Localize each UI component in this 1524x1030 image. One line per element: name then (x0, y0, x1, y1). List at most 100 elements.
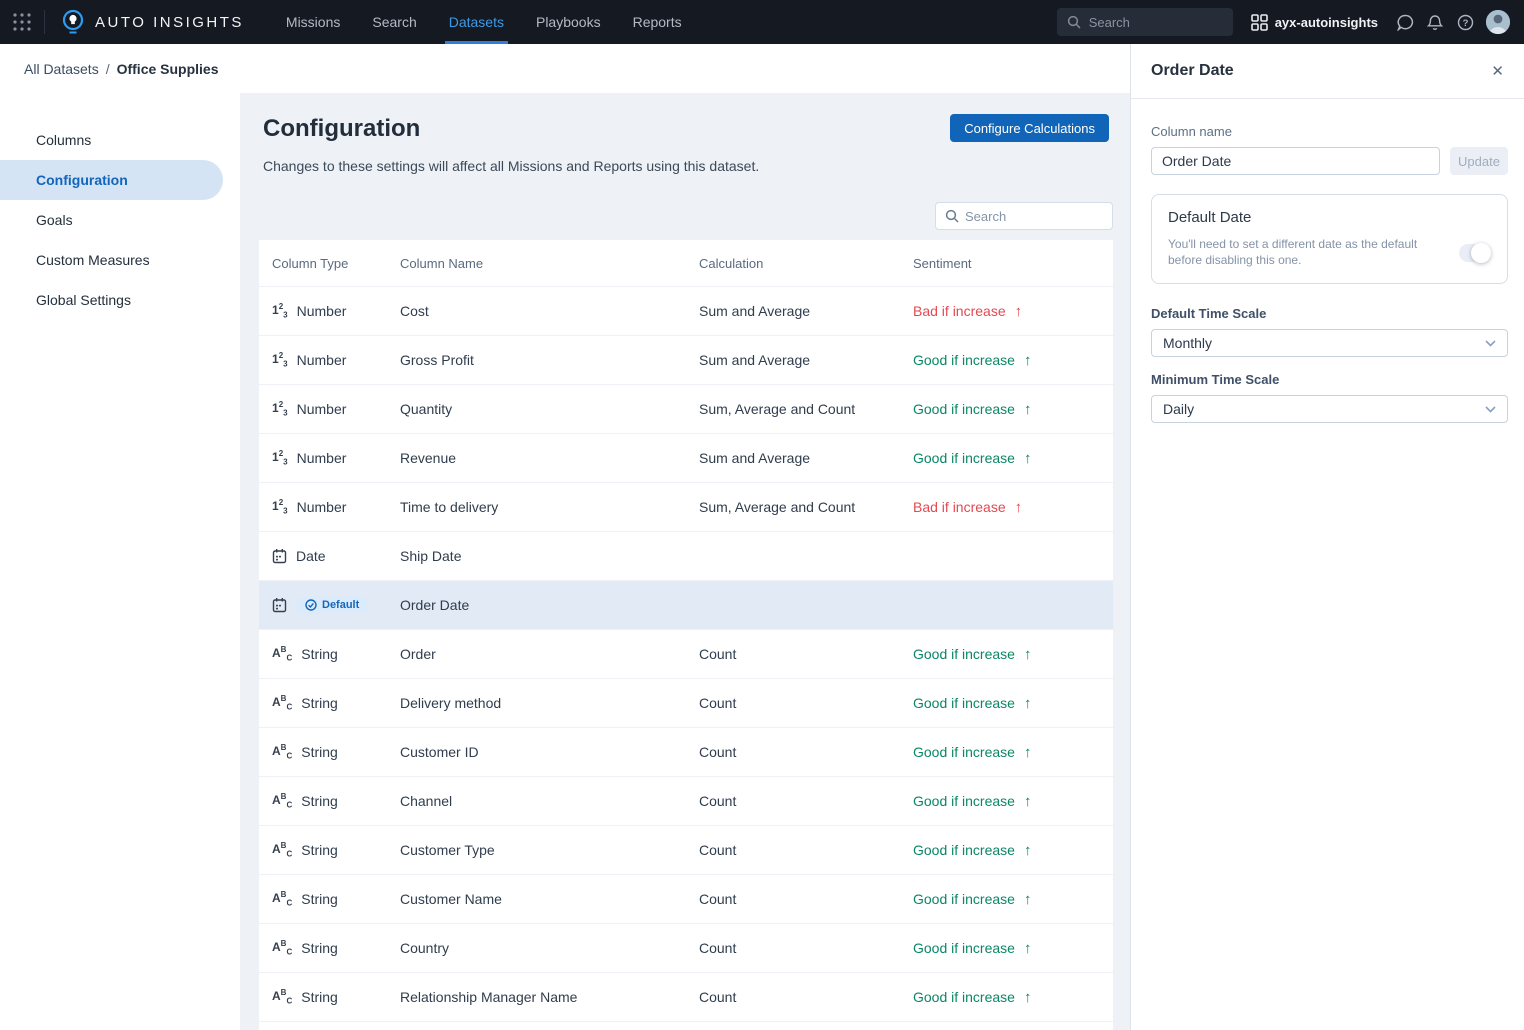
arrow-up-icon: ↑ (1015, 499, 1023, 516)
nav-item-datasets[interactable]: Datasets (437, 0, 516, 44)
default-date-toggle[interactable] (1459, 244, 1491, 262)
sidebar-item-global-settings[interactable]: Global Settings (0, 280, 223, 320)
arrow-up-icon: ↑ (1024, 646, 1032, 663)
close-icon[interactable]: ✕ (1491, 64, 1504, 79)
account-menu[interactable]: ayx-autoinsights (1251, 14, 1378, 31)
table-row-revenue[interactable]: 123NumberRevenueSum and AverageGood if i… (259, 434, 1113, 482)
sentiment-cell[interactable]: Good if increase↑ (913, 940, 1113, 957)
global-search[interactable] (1057, 8, 1233, 36)
chevron-down-icon (1485, 340, 1496, 347)
lightbulb-logo-icon (61, 9, 85, 35)
sidebar-item-configuration[interactable]: Configuration (0, 160, 223, 200)
default-badge: Default (296, 596, 368, 614)
header-column-type: Column Type (272, 256, 400, 271)
calculation-cell: Count (699, 744, 913, 760)
table-row-customer-name[interactable]: ABCStringCustomer NameCountGood if incre… (259, 875, 1113, 923)
user-avatar[interactable] (1486, 10, 1510, 34)
table-row-order[interactable]: ABCStringOrderCountGood if increase↑ (259, 630, 1113, 678)
panel-body: Column name Update Default Date You'll n… (1131, 99, 1524, 423)
nav-item-reports[interactable]: Reports (621, 0, 694, 44)
column-name-cell: Cost (400, 303, 699, 319)
sidebar-item-custom-measures[interactable]: Custom Measures (0, 240, 223, 280)
default-date-title: Default Date (1168, 209, 1433, 226)
table-row-relationship-manager-name[interactable]: ABCStringRelationship Manager NameCountG… (259, 973, 1113, 1021)
breadcrumb-all-datasets[interactable]: All Datasets (24, 61, 99, 77)
sentiment-cell[interactable]: Good if increase↑ (913, 401, 1113, 418)
table-row-time-to-delivery[interactable]: 123NumberTime to deliverySum, Average an… (259, 483, 1113, 531)
search-icon (945, 209, 959, 223)
column-type-cell: 123Number (272, 450, 400, 466)
column-name-input[interactable] (1151, 147, 1440, 175)
table-body: 123NumberCostSum and AverageBad if incre… (259, 287, 1113, 1030)
table-search-input[interactable] (965, 209, 1095, 224)
sidebar-item-goals[interactable]: Goals (0, 200, 223, 240)
sentiment-cell[interactable]: Good if increase↑ (913, 352, 1113, 369)
column-type-cell: Date (272, 548, 400, 564)
chat-icon[interactable] (1396, 13, 1414, 31)
breadcrumb: All Datasets / Office Supplies (0, 44, 1130, 93)
nav-item-missions[interactable]: Missions (274, 0, 352, 44)
global-search-input[interactable] (1089, 15, 1219, 30)
notifications-bell-icon[interactable] (1426, 13, 1444, 31)
table-row-cost[interactable]: 123 Number CostSum and AverageBad if incre… (259, 287, 1113, 335)
default-time-scale-label: Default Time Scale (1151, 306, 1508, 321)
column-detail-panel: Order Date ✕ Column name Update Default … (1130, 44, 1524, 1030)
table-row-channel[interactable]: ABCStringChannelCountGood if increase↑ (259, 777, 1113, 825)
calculation-cell: Sum, Average and Count (699, 401, 913, 417)
sentiment-cell[interactable]: Good if increase↑ (913, 646, 1113, 663)
arrow-up-icon: ↑ (1024, 793, 1032, 810)
chevron-down-icon (1485, 406, 1496, 413)
calculation-cell: Sum and Average (699, 303, 913, 319)
table-row-country[interactable]: ABCStringCountryCountGood if increase↑ (259, 924, 1113, 972)
table-row-order-date[interactable]: DefaultOrder Date (259, 581, 1113, 629)
calculation-cell: Count (699, 989, 913, 1005)
default-date-description: You'll need to set a different date as t… (1168, 236, 1433, 268)
sentiment-cell[interactable]: Good if increase↑ (913, 793, 1113, 810)
number-type-icon: 123 (272, 303, 288, 319)
sentiment-cell[interactable]: Good if increase↑ (913, 989, 1113, 1006)
column-type-label: String (301, 842, 338, 858)
calculation-cell: Count (699, 646, 913, 662)
app-grid-icon[interactable] (0, 13, 44, 31)
update-button[interactable]: Update (1450, 147, 1508, 175)
sentiment-cell[interactable]: Good if increase↑ (913, 450, 1113, 467)
header-column-name: Column Name (400, 256, 699, 271)
column-type-cell: ABCString (272, 646, 400, 662)
arrow-up-icon: ↑ (1024, 401, 1032, 418)
sentiment-cell[interactable]: Bad if increase↑ (913, 499, 1113, 516)
nav-item-search[interactable]: Search (360, 0, 428, 44)
top-nav: AUTO INSIGHTS MissionsSearchDatasetsPlay… (0, 0, 1524, 44)
sentiment-cell[interactable]: Good if increase↑ (913, 842, 1113, 859)
number-type-icon: 123 (272, 450, 288, 466)
sidebar-item-columns[interactable]: Columns (0, 120, 223, 160)
table-row-quantity[interactable]: 123NumberQuantitySum, Average and CountG… (259, 385, 1113, 433)
column-type-label: String (301, 989, 338, 1005)
configure-calculations-button[interactable]: Configure Calculations (950, 114, 1109, 142)
nav-item-playbooks[interactable]: Playbooks (524, 0, 613, 44)
default-time-scale-select[interactable]: Monthly (1151, 329, 1508, 357)
svg-text:?: ? (1462, 18, 1468, 29)
column-name-cell: Quantity (400, 401, 699, 417)
string-type-icon: ABC (272, 793, 292, 809)
column-type-label: Number (297, 303, 347, 319)
page-title: Configuration (263, 115, 420, 143)
header-sentiment: Sentiment (913, 256, 1113, 271)
table-row-customer-id[interactable]: ABCStringCustomer IDCountGood if increas… (259, 728, 1113, 776)
arrow-up-icon: ↑ (1024, 989, 1032, 1006)
column-name-cell: Customer Name (400, 891, 699, 907)
table-search[interactable] (935, 202, 1113, 230)
table-row-gross-profit[interactable]: 123NumberGross ProfitSum and AverageGood… (259, 336, 1113, 384)
table-row-customer-type[interactable]: ABCStringCustomer TypeCountGood if incre… (259, 826, 1113, 874)
number-type-icon: 123 (272, 401, 288, 417)
sentiment-cell[interactable]: Good if increase↑ (913, 695, 1113, 712)
help-icon[interactable]: ? (1456, 13, 1474, 31)
minimum-time-scale-select[interactable]: Daily (1151, 395, 1508, 423)
sentiment-cell[interactable]: Good if increase↑ (913, 744, 1113, 761)
column-name-cell: Ship Date (400, 548, 699, 564)
string-type-icon: ABC (272, 940, 292, 956)
sentiment-cell[interactable]: Good if increase↑ (913, 891, 1113, 908)
column-type-label: String (301, 695, 338, 711)
table-row-delivery-method[interactable]: ABCStringDelivery methodCountGood if inc… (259, 679, 1113, 727)
sentiment-cell[interactable]: Bad if increase↑ (913, 303, 1113, 320)
table-row-ship-date[interactable]: DateShip Date (259, 532, 1113, 580)
